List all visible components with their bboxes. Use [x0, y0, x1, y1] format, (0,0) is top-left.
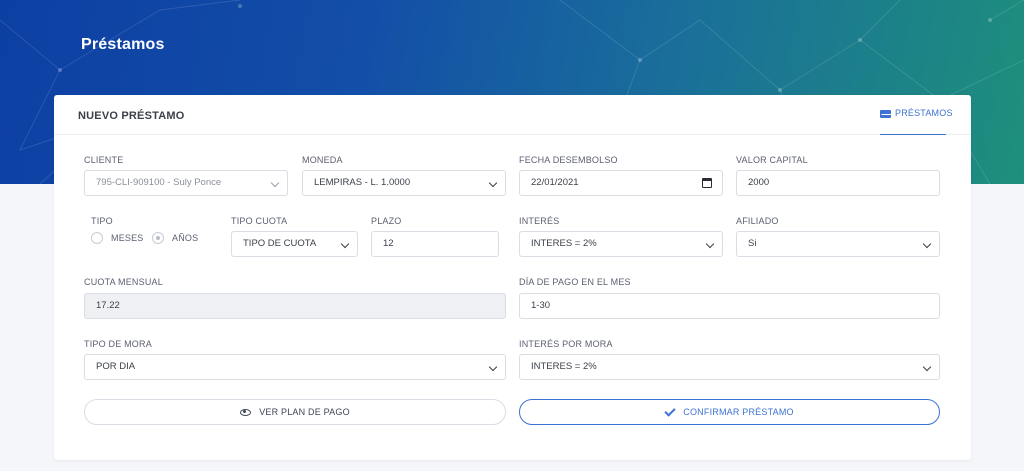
chevron-down-icon [705, 239, 715, 249]
fecha-desembolso-input[interactable]: 22/01/2021 [519, 170, 723, 196]
tipo-anos-label: AÑOS [172, 233, 199, 243]
tipo-mora-label: TIPO DE MORA [84, 339, 152, 349]
ver-plan-de-pago-label: VER PLAN DE PAGO [259, 407, 350, 417]
dia-pago-value: 1-30 [531, 300, 551, 311]
confirmar-prestamo-label: CONFIRMAR PRÉSTAMO [683, 407, 794, 417]
dia-pago-label: DÍA DE PAGO EN EL MES [519, 277, 631, 287]
interes-mora-value: INTERES = 2% [531, 361, 597, 372]
page-title: Préstamos [81, 36, 165, 53]
tab-prestamos[interactable]: PRÉSTAMOS [880, 95, 952, 135]
cuota-mensual-field: 17.22 [84, 293, 506, 319]
tipo-meses-radio[interactable] [91, 232, 103, 244]
valor-capital-value: 2000 [748, 177, 770, 188]
interes-label: INTERÉS [519, 216, 560, 226]
cuota-mensual-value: 17.22 [96, 300, 120, 311]
envelope-icon [880, 110, 892, 118]
interes-value: INTERES = 2% [531, 238, 597, 249]
moneda-value: LEMPIRAS - L. 1.0000 [314, 177, 411, 188]
chevron-down-icon [922, 239, 932, 249]
chevron-down-icon [488, 178, 498, 188]
card-title: NUEVO PRÉSTAMO [78, 110, 185, 122]
card-header: NUEVO PRÉSTAMO PRÉSTAMOS [54, 95, 971, 135]
tipo-label: TIPO [91, 216, 113, 226]
afiliado-select[interactable]: Si [736, 231, 940, 257]
moneda-label: MONEDA [302, 155, 343, 165]
check-icon [664, 404, 676, 417]
fecha-desembolso-value: 22/01/2021 [531, 177, 579, 188]
plazo-value: 12 [383, 238, 394, 249]
fecha-desembolso-label: FECHA DESEMBOLSO [519, 155, 618, 165]
cliente-select[interactable]: 795-CLI-909100 - Suly Ponce [84, 170, 288, 196]
interes-select[interactable]: INTERES = 2% [519, 231, 723, 257]
interes-mora-select[interactable]: INTERES = 2% [519, 354, 940, 380]
chevron-down-icon [340, 239, 350, 249]
plazo-label: PLAZO [371, 216, 402, 226]
tipo-cuota-select[interactable]: TIPO DE CUOTA [231, 231, 358, 257]
valor-capital-input[interactable]: 2000 [736, 170, 940, 196]
interes-mora-label: INTERÉS POR MORA [519, 339, 613, 349]
afiliado-value: Si [748, 238, 757, 249]
tipo-mora-value: POR DIA [96, 361, 136, 372]
tipo-meses-label: MESES [111, 233, 144, 243]
chevron-down-icon [270, 178, 280, 188]
eye-icon [240, 408, 252, 416]
chevron-down-icon [922, 362, 932, 372]
confirmar-prestamo-button[interactable]: CONFIRMAR PRÉSTAMO [519, 399, 940, 425]
plazo-input[interactable]: 12 [371, 231, 499, 257]
cuota-mensual-label: CUOTA MENSUAL [84, 277, 163, 287]
tab-label: PRÉSTAMOS [895, 108, 953, 118]
chevron-down-icon [488, 362, 498, 372]
cliente-label: CLIENTE [84, 155, 124, 165]
tipo-mora-select[interactable]: POR DIA [84, 354, 506, 380]
tipo-cuota-label: TIPO CUOTA [231, 216, 288, 226]
valor-capital-label: VALOR CAPITAL [736, 155, 808, 165]
calendar-icon[interactable] [702, 178, 712, 188]
moneda-select[interactable]: LEMPIRAS - L. 1.0000 [302, 170, 506, 196]
tipo-cuota-value: TIPO DE CUOTA [243, 238, 317, 249]
ver-plan-de-pago-button[interactable]: VER PLAN DE PAGO [84, 399, 506, 425]
afiliado-label: AFILIADO [736, 216, 779, 226]
dia-pago-input[interactable]: 1-30 [519, 293, 940, 319]
tipo-anos-radio[interactable] [152, 232, 164, 244]
cliente-value: 795-CLI-909100 - Suly Ponce [96, 177, 222, 188]
loan-form-card: NUEVO PRÉSTAMO PRÉSTAMOS CLIENTE 795-CLI… [54, 95, 971, 460]
